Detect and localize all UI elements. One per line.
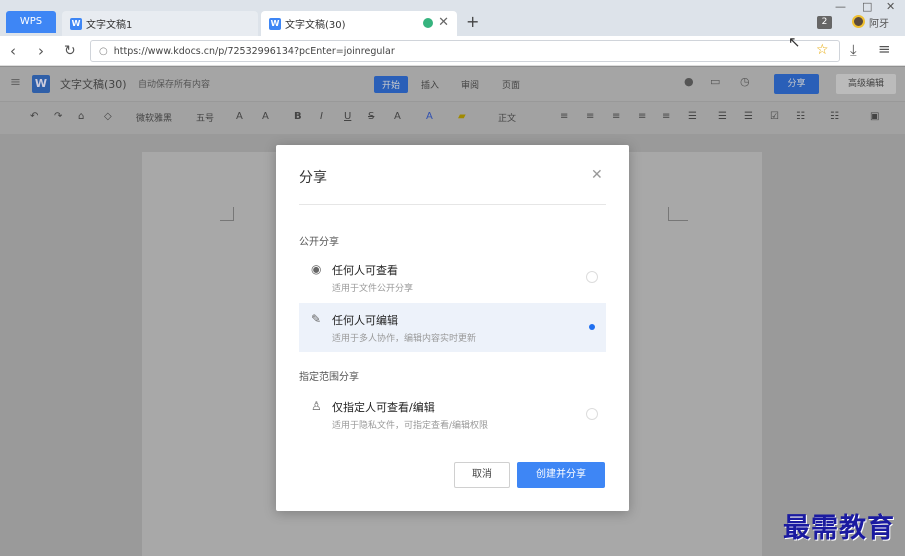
- option-desc: 适用于隐私文件，可指定查看/编辑权限: [332, 421, 489, 431]
- option-name: 任何人可查看: [332, 264, 398, 277]
- public-share-section: 公开分享: [299, 237, 339, 248]
- format-painter-icon[interactable]: ⌂: [78, 111, 84, 122]
- numbered-list-icon[interactable]: ☷: [830, 111, 839, 122]
- bold-icon[interactable]: B: [294, 111, 302, 122]
- autosave-status: 自动保存所有内容: [138, 80, 211, 90]
- maximize-icon[interactable]: □: [862, 0, 872, 13]
- tab-insert[interactable]: 插入: [413, 76, 447, 93]
- mouse-cursor-icon: ↖: [788, 33, 801, 51]
- bookmark-star-icon[interactable]: ☆: [816, 42, 829, 58]
- tab-bar: WPS W 文字文稿1 W 文字文稿(30) ✕ + — □ ✕ 2 阿牙: [0, 0, 905, 36]
- document-title[interactable]: 文字文稿(30): [60, 76, 127, 92]
- close-window-icon[interactable]: ✕: [886, 0, 895, 13]
- shrink-font-icon[interactable]: A: [262, 111, 269, 122]
- bullet-list-icon[interactable]: ☷: [796, 111, 805, 122]
- user-name[interactable]: 阿牙: [869, 15, 889, 30]
- new-tab-button[interactable]: +: [466, 12, 479, 31]
- pencil-icon: ✎: [311, 312, 322, 326]
- radio-specific-people[interactable]: [586, 408, 598, 420]
- font-effects-icon[interactable]: A: [394, 111, 401, 122]
- font-size-select[interactable]: 五号: [196, 111, 214, 124]
- tab-review[interactable]: 审阅: [453, 76, 487, 93]
- option-name: 任何人可编辑: [332, 314, 398, 327]
- url-text: https://www.kdocs.cn/p/72532996134?pcEnt…: [113, 45, 395, 57]
- close-tab-icon[interactable]: ✕: [438, 15, 449, 30]
- search-icon: ○: [99, 45, 108, 57]
- option-anyone-edit[interactable]: ✎ 任何人可编辑 适用于多人协作，编辑内容实时更新: [299, 303, 606, 352]
- close-icon[interactable]: ✕: [591, 167, 603, 183]
- history-icon[interactable]: ◷: [740, 75, 750, 88]
- option-desc: 适用于文件公开分享: [332, 284, 414, 294]
- insert-image-icon[interactable]: ▣: [870, 111, 879, 122]
- wps-home-tab[interactable]: WPS: [6, 11, 56, 33]
- tab-doc30[interactable]: W 文字文稿(30) ✕: [261, 11, 457, 36]
- grow-font-icon[interactable]: A: [236, 111, 243, 122]
- font-color-icon[interactable]: A: [426, 111, 433, 122]
- avatar[interactable]: [852, 15, 865, 28]
- cancel-button[interactable]: 取消: [454, 462, 510, 488]
- user-icon: ♙: [311, 399, 322, 413]
- forward-icon[interactable]: ›: [38, 42, 44, 60]
- hamburger-icon[interactable]: ≡: [10, 75, 21, 90]
- tab-count-badge[interactable]: 2: [817, 16, 832, 29]
- comment-icon[interactable]: ▭: [710, 75, 720, 88]
- tab-doc1[interactable]: W 文字文稿1: [62, 11, 258, 36]
- collaborator-avatar-icon[interactable]: ●: [684, 75, 694, 88]
- justify-icon[interactable]: ≡: [638, 111, 646, 122]
- writer-logo-icon: W: [32, 75, 50, 93]
- watermark: 最需教育: [783, 513, 895, 544]
- dialog-title: 分享: [299, 170, 327, 186]
- menu-icon[interactable]: ≡: [878, 40, 891, 58]
- undo-icon[interactable]: ↶: [30, 111, 38, 122]
- scoped-share-section: 指定范围分享: [299, 372, 359, 383]
- option-name: 仅指定人可查看/编辑: [332, 401, 435, 414]
- line-spacing-icon[interactable]: ☰: [688, 111, 697, 122]
- url-input[interactable]: ○ https://www.kdocs.cn/p/72532996134?pcE…: [90, 40, 840, 62]
- outdent-icon[interactable]: ☰: [744, 111, 753, 122]
- option-specific-people[interactable]: ♙ 仅指定人可查看/编辑 适用于隐私文件，可指定查看/编辑权限: [299, 390, 606, 439]
- align-right-icon[interactable]: ≡: [612, 111, 620, 122]
- redo-icon[interactable]: ↷: [54, 111, 62, 122]
- align-left-icon[interactable]: ≡: [560, 111, 568, 122]
- tab-label: 文字文稿(30): [285, 20, 346, 31]
- align-center-icon[interactable]: ≡: [586, 111, 594, 122]
- margin-corner-left: [220, 207, 234, 221]
- font-name-select[interactable]: 微软雅黑: [136, 111, 172, 124]
- indent-icon[interactable]: ☰: [718, 111, 727, 122]
- distribute-icon[interactable]: ≡: [662, 111, 670, 122]
- reload-icon[interactable]: ↻: [64, 43, 76, 59]
- style-select[interactable]: 正文: [498, 111, 516, 124]
- create-share-button[interactable]: 创建并分享: [517, 462, 605, 488]
- clear-format-icon[interactable]: ◇: [104, 111, 112, 122]
- radio-anyone-edit[interactable]: [586, 321, 598, 333]
- checklist-icon[interactable]: ☑: [770, 111, 779, 122]
- format-toolbar: ↶ ↷ ⌂ ◇ 微软雅黑 五号 A A B I U S A A ▰ 正文 ≡ ≡…: [0, 101, 905, 134]
- highlight-icon[interactable]: ▰: [458, 111, 466, 122]
- share-dialog: 分享 ✕ 公开分享 ◉ 任何人可查看 适用于文件公开分享 ✎ 任何人可编辑 适用…: [276, 145, 629, 511]
- tab-page[interactable]: 页面: [494, 76, 528, 93]
- writer-icon: W: [269, 17, 281, 30]
- option-anyone-view[interactable]: ◉ 任何人可查看 适用于文件公开分享: [299, 253, 606, 302]
- option-desc: 适用于多人协作，编辑内容实时更新: [332, 334, 477, 344]
- radio-anyone-view[interactable]: [586, 271, 598, 283]
- eye-icon: ◉: [311, 262, 322, 276]
- divider: [299, 204, 606, 205]
- share-button[interactable]: 分享: [774, 74, 819, 94]
- browser-window: WPS W 文字文稿1 W 文字文稿(30) ✕ + — □ ✕ 2 阿牙 ‹ …: [0, 0, 905, 556]
- writer-icon: W: [70, 17, 82, 30]
- back-icon[interactable]: ‹: [10, 42, 16, 60]
- minimize-icon[interactable]: —: [835, 0, 846, 13]
- italic-icon[interactable]: I: [320, 111, 323, 122]
- download-icon[interactable]: ⤓: [850, 41, 857, 59]
- saved-check-icon: [423, 18, 433, 28]
- tab-label: 文字文稿1: [86, 20, 133, 31]
- advanced-edit-button[interactable]: 高级编辑: [836, 74, 896, 94]
- underline-icon[interactable]: U: [344, 111, 351, 122]
- tab-start[interactable]: 开始: [374, 76, 409, 93]
- app-header: ≡ W 文字文稿(30) 自动保存所有内容 开始 插入 审阅 页面 ● ▭ ◷ …: [0, 67, 905, 101]
- address-bar: ‹ › ↻ ○ https://www.kdocs.cn/p/725329961…: [0, 36, 905, 66]
- strikethrough-icon[interactable]: S: [368, 111, 374, 122]
- margin-corner-right: [668, 207, 688, 221]
